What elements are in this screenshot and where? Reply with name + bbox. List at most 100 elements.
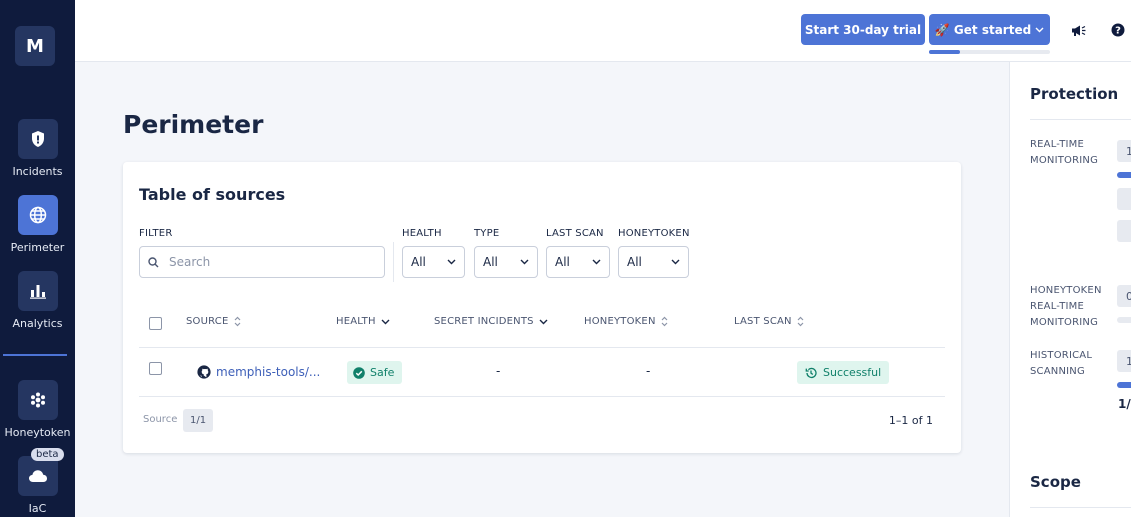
column-header-health[interactable]: HEALTH (336, 316, 390, 327)
filter-separator (393, 242, 394, 282)
shield-icon (17, 119, 58, 159)
protection-title: Protection (1030, 85, 1119, 103)
sidebar-item-incidents[interactable]: Incidents (0, 119, 75, 178)
chevron-down-icon (671, 259, 680, 265)
card-title: Table of sources (139, 185, 286, 204)
health-select[interactable]: All (402, 246, 465, 278)
select-all-checkbox[interactable] (149, 317, 162, 330)
chevron-down-icon (520, 259, 529, 265)
sidebar-item-perimeter[interactable]: Perimeter (0, 195, 75, 254)
chevron-down-icon (539, 319, 548, 324)
real-time-monitoring-count: 1 (1117, 140, 1131, 162)
sidebar-item-analytics[interactable]: Analytics (0, 271, 75, 330)
sidebar-item-label: Honeytoken (4, 426, 71, 439)
health-select-value: All (411, 255, 426, 269)
type-select[interactable]: All (474, 246, 538, 278)
start-trial-button[interactable]: Start 30-day trial (801, 14, 925, 45)
table-header: SOURCE HEALTH SECRET INCIDENTS HONEYTOKE… (139, 310, 945, 348)
footer-source-label: Source (143, 414, 178, 425)
historical-scanning-label: HISTORICAL SCANNING (1030, 350, 1093, 377)
search-input[interactable] (169, 255, 369, 269)
sort-icon (234, 316, 240, 327)
sidebar-item-label: Incidents (12, 165, 63, 178)
source-link[interactable]: memphis-tools/... (197, 365, 320, 379)
get-started-progress (929, 50, 1050, 54)
column-header-source[interactable]: SOURCE (186, 316, 241, 327)
real-time-monitoring-label: REAL-TIME MONITORING (1030, 139, 1099, 166)
real-time-monitoring-bar (1117, 172, 1131, 178)
honeytoken-monitoring-label: HONEYTOKEN REAL-TIME MONITORING (1030, 285, 1102, 328)
panel-divider (1030, 507, 1131, 508)
sources-card: Table of sources FILTER HEALTH All TYPE … (123, 162, 961, 453)
historical-scanning-fraction: 1/ (1118, 397, 1131, 411)
workspace-logo[interactable]: M (15, 26, 55, 66)
type-select-value: All (483, 255, 498, 269)
last-scan-badge-label: Successful (823, 366, 882, 379)
history-icon (805, 367, 817, 378)
column-label: LAST SCAN (734, 316, 792, 327)
protection-panel: Protection REAL-TIME MONITORING 1 HONEYT… (1009, 62, 1131, 517)
sidebar-divider (3, 354, 67, 356)
last-scan-badge: Successful (797, 361, 890, 384)
type-filter-label: TYPE (474, 228, 500, 239)
sidebar: M Incidents Perimeter Analytics Honeytok… (0, 0, 75, 517)
sidebar-item-iac[interactable]: IaC (0, 456, 75, 515)
sort-icon (661, 316, 668, 327)
get-started-button[interactable]: 🚀 Get started (929, 14, 1050, 45)
honeytoken-value: - (646, 364, 651, 378)
health-badge-label: Safe (370, 366, 395, 379)
top-bar: Start 30-day trial 🚀 Get started ? (75, 0, 1131, 62)
gitlab-shield-icon[interactable] (1117, 220, 1131, 242)
github-shield-icon[interactable] (1117, 188, 1131, 210)
sidebar-item-honeytoken[interactable]: Honeytoken (0, 380, 75, 439)
source-name: memphis-tools/... (216, 365, 321, 379)
secret-incidents-value: - (496, 364, 501, 378)
last-scan-select-value: All (555, 255, 570, 269)
honeytoken-monitoring-count: 0 (1117, 285, 1131, 307)
column-label: HEALTH (336, 316, 376, 327)
health-filter-label: HEALTH (402, 228, 442, 239)
column-header-secret-incidents[interactable]: SECRET INCIDENTS (434, 316, 548, 327)
bar-chart-icon (17, 271, 58, 311)
table-row[interactable]: memphis-tools/... Safe - - Successful (139, 348, 945, 397)
help-icon[interactable]: ? (1110, 22, 1126, 38)
pagination-info: 1–1 of 1 (888, 414, 933, 427)
chevron-down-icon (381, 319, 390, 324)
search-field[interactable] (139, 246, 385, 278)
honeytoken-select[interactable]: All (618, 246, 689, 278)
globe-icon (17, 195, 58, 235)
last-scan-filter-label: LAST SCAN (546, 228, 604, 239)
honeytoken-icon (17, 380, 58, 420)
chevron-down-icon (447, 259, 456, 265)
last-scan-select[interactable]: All (546, 246, 610, 278)
footer-source-count: 1/1 (183, 409, 214, 432)
sidebar-item-label: IaC (28, 502, 47, 515)
column-header-last-scan[interactable]: LAST SCAN (734, 316, 804, 327)
check-circle-icon (353, 366, 365, 379)
page-title: Perimeter (123, 110, 264, 139)
cloud-icon (17, 456, 58, 496)
search-icon (148, 256, 159, 267)
column-label: SOURCE (186, 316, 229, 327)
filter-label: FILTER (139, 228, 173, 239)
historical-scanning-count: 1 (1117, 350, 1131, 372)
panel-divider (1030, 119, 1131, 120)
column-header-honeytoken[interactable]: HONEYTOKEN (584, 316, 668, 327)
get-started-progress-fill (929, 50, 961, 54)
megaphone-icon[interactable] (1070, 22, 1086, 38)
sidebar-item-label: Analytics (12, 317, 63, 330)
chevron-down-icon (1035, 27, 1044, 32)
honeytoken-select-value: All (627, 255, 642, 269)
chevron-down-icon (592, 259, 601, 265)
row-checkbox[interactable] (149, 362, 162, 375)
beta-badge: beta (31, 448, 64, 461)
historical-scanning-bar (1117, 382, 1131, 388)
honeytoken-monitoring-bar (1117, 317, 1131, 323)
column-label: SECRET INCIDENTS (434, 316, 534, 327)
github-icon (197, 365, 211, 379)
get-started-label: 🚀 Get started (934, 22, 1032, 37)
honeytoken-filter-label: HONEYTOKEN (618, 228, 690, 239)
column-label: HONEYTOKEN (584, 316, 656, 327)
svg-text:?: ? (1115, 26, 1121, 37)
sidebar-item-label: Perimeter (10, 241, 65, 254)
